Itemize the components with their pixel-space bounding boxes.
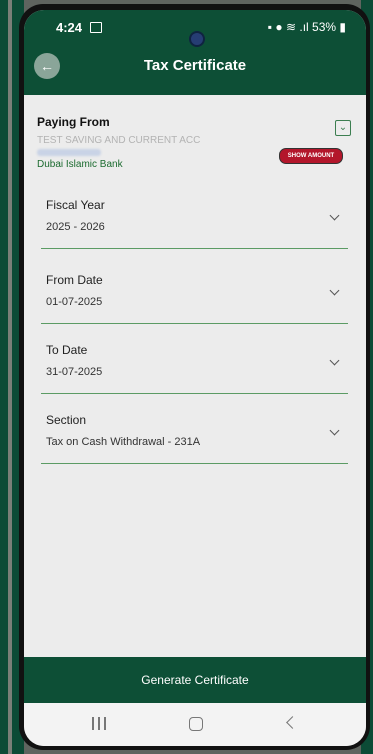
bank-name: Dubai Islamic Bank	[37, 159, 123, 170]
page-title: Tax Certificate	[143, 57, 247, 74]
chevron-down-icon	[329, 355, 340, 366]
phone-device: 4:24 ▪ ● ≋ .ıl 53% ▮ ← Tax Certificate P…	[19, 4, 370, 750]
battery-icon: ▮	[336, 20, 346, 34]
from-date-value: 01-07-2025	[46, 296, 103, 308]
section-label: Section	[46, 413, 87, 427]
form-card: Paying From TEST SAVING AND CURRENT ACC …	[24, 95, 366, 657]
chevron-down-icon	[329, 210, 340, 221]
system-nav-bar	[24, 703, 366, 746]
recent-apps-icon[interactable]	[92, 717, 106, 730]
app-screen: 4:24 ▪ ● ≋ .ıl 53% ▮ ← Tax Certificate P…	[24, 10, 366, 746]
account-select-button[interactable]: ⌄	[335, 120, 351, 136]
signal-icon: ▪ ● ≋ .ıl	[267, 20, 313, 34]
fiscal-year-label: Fiscal Year	[46, 198, 105, 212]
image-icon	[90, 22, 102, 33]
battery-percent: 53%	[312, 20, 337, 34]
fiscal-year-dropdown[interactable]: Fiscal Year 2025 - 2026	[41, 198, 348, 249]
back-icon[interactable]	[286, 716, 299, 729]
chevron-down-icon: ⌄	[338, 122, 348, 133]
to-date-value: 31-07-2025	[46, 366, 103, 378]
show-amount-button[interactable]: SHOW AMOUNT	[279, 148, 343, 164]
status-time: 4:24	[56, 20, 83, 35]
section-value: Tax on Cash Withdrawal - 231A	[46, 436, 201, 448]
section-dropdown[interactable]: Section Tax on Cash Withdrawal - 231A	[41, 413, 348, 464]
app-header: 4:24 ▪ ● ≋ .ıl 53% ▮ ← Tax Certificate	[24, 10, 366, 95]
status-right: ▪ ● ≋ .ıl 53% ▮	[268, 20, 346, 34]
home-icon[interactable]	[189, 717, 203, 731]
status-bar: 4:24 ▪ ● ≋ .ıl 53% ▮	[24, 18, 366, 47]
account-name: TEST SAVING AND CURRENT ACC	[37, 135, 201, 146]
camera-icon	[189, 31, 205, 47]
to-date-dropdown[interactable]: To Date 31-07-2025	[41, 343, 348, 394]
to-date-label: To Date	[46, 343, 88, 357]
paying-from-label: Paying From	[37, 115, 110, 129]
generate-certificate-button[interactable]: Generate Certificate	[24, 657, 366, 703]
from-date-dropdown[interactable]: From Date 01-07-2025	[41, 273, 348, 324]
fiscal-year-value: 2025 - 2026	[46, 221, 105, 233]
chevron-down-icon	[329, 285, 340, 296]
from-date-label: From Date	[46, 273, 103, 287]
account-number-masked	[37, 149, 101, 156]
chevron-down-icon	[329, 425, 340, 436]
